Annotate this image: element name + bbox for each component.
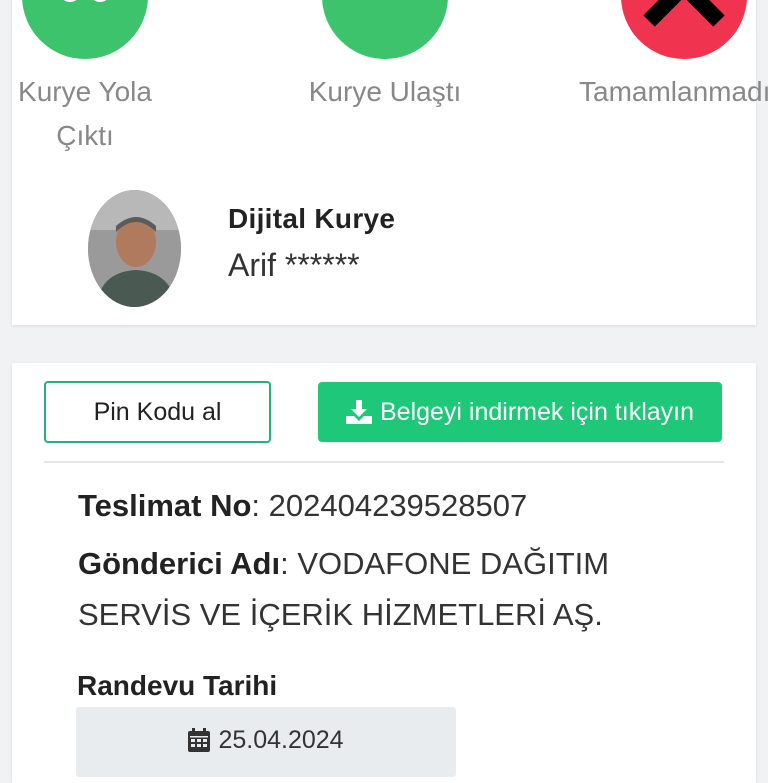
pin-code-label: Pin Kodu al [93, 397, 222, 426]
delivery-number-value: : 202404239528507 [251, 488, 528, 523]
courier-title: Dijital Kurye [228, 203, 396, 234]
avatar [88, 190, 181, 307]
calendar-icon [188, 728, 211, 752]
fork-icon [322, 0, 448, 59]
step-label: Tamamlanmadı [579, 76, 768, 107]
step-label: Kurye Ulaştı [308, 76, 462, 107]
appointment-date: 25.04.2024 [218, 726, 344, 754]
courier-name: Arif ****** [228, 247, 360, 283]
scooter-icon [22, 0, 148, 59]
step-label: Kurye Yola Çıktı [18, 76, 152, 151]
download-label: Belgeyi indirmek için tıklayın [379, 397, 694, 426]
pin-code-button[interactable]: Pin Kodu al [44, 381, 271, 443]
sender-name-label: Gönderici Adı [78, 546, 281, 581]
appointment-date-field[interactable]: 25.04.2024 [76, 707, 456, 777]
appointment-label: Randevu Tarihi [77, 670, 278, 701]
download-document-button[interactable]: Belgeyi indirmek için tıklayın [318, 382, 722, 442]
delivery-number-row: Teslimat No: 202404239528507 [78, 488, 527, 524]
sender-name-row: Gönderici Adı: VODAFONE DAĞITIM SERVİS V… [78, 538, 698, 640]
step-courier-arrived: Kurye Ulaştı [300, 0, 470, 160]
divider [44, 461, 724, 463]
step-courier-departed: Kurye Yola Çıktı [10, 0, 160, 160]
close-icon [621, 0, 747, 59]
download-icon [345, 400, 372, 424]
delivery-number-label: Teslimat No [78, 488, 252, 523]
step-not-completed: Tamamlanmadı [574, 0, 768, 160]
